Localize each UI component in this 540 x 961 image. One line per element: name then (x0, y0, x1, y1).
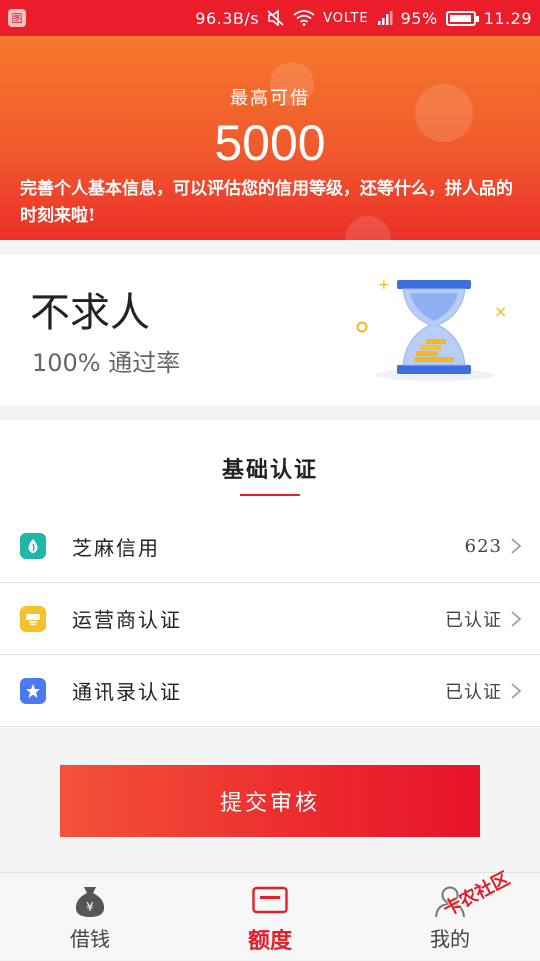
verification-label: 通讯录认证 (72, 680, 182, 704)
max-loan-label: 最高可借 (230, 88, 310, 109)
verification-row-contacts[interactable]: 通讯录认证 已认证 (0, 654, 540, 726)
volte-label: VOLTE (323, 10, 369, 26)
status-bar: 图 96.3B/s VOLTE 95% 11.29 (0, 0, 540, 36)
tab-label: 我的 (430, 927, 470, 951)
hero-description: 完善个人基本信息，可以评估您的信用等级，还等什么，拼人品的时刻来啦! (20, 179, 513, 226)
row-divider (0, 726, 540, 727)
section-underline (240, 494, 300, 496)
verification-value: 623 (464, 535, 502, 557)
submit-review-button[interactable]: 提交审核 (60, 765, 480, 837)
card-icon (252, 886, 288, 914)
clock: 11.29 (483, 8, 532, 28)
verification-row-carrier[interactable]: 运营商认证 已认证 (0, 582, 540, 654)
contacts-star-icon (20, 677, 46, 704)
tab-borrow[interactable]: ¥ 借钱 (30, 873, 150, 961)
max-loan-amount: 5000 (214, 115, 326, 171)
svg-text:×: × (494, 302, 507, 321)
chevron-right-icon (511, 538, 522, 554)
chevron-right-icon (511, 682, 522, 699)
section-title: 基础认证 (221, 457, 318, 483)
wifi-icon (293, 10, 315, 26)
signal-icon (377, 11, 393, 25)
verification-row-sesame[interactable]: 芝麻信用 623 (0, 510, 540, 582)
hourglass-icon: + × (356, 277, 507, 381)
battery-level-fill (449, 14, 471, 22)
tab-credit-limit[interactable]: 额度 (210, 873, 330, 961)
gallery-app-icon: 图 (8, 9, 26, 27)
chevron-right-icon (511, 610, 522, 627)
promo-subtitle: 100% 通过率 (32, 349, 181, 377)
tab-label: 借钱 (70, 927, 110, 951)
tab-label: 额度 (247, 928, 292, 954)
verification-label: 运营商认证 (72, 608, 182, 632)
svg-text:+: + (378, 277, 390, 293)
battery-icon (445, 10, 479, 26)
promo-title: 不求人 (30, 290, 150, 336)
basic-verification-section: 基础认证 芝麻信用 623 运营商认证 已认证 通讯录认证 已认证 (0, 420, 540, 728)
battery-percent: 95% (400, 8, 438, 28)
sesame-icon (20, 533, 46, 559)
verification-value: 已认证 (445, 609, 502, 631)
mute-icon (267, 10, 284, 26)
svg-text:¥: ¥ (86, 900, 94, 914)
verification-label: 芝麻信用 (72, 535, 160, 560)
money-bag-icon: ¥ (75, 887, 105, 917)
network-speed: 96.3B/s (195, 8, 260, 28)
verification-value: 已认证 (445, 681, 502, 703)
promo-card: 不求人 100% 通过率 + × (0, 255, 540, 405)
credit-limit-hero: 最高可借 5000 完善个人基本信息，可以评估您的信用等级，还等什么，拼人品的时… (0, 36, 540, 240)
carrier-icon (20, 605, 46, 632)
